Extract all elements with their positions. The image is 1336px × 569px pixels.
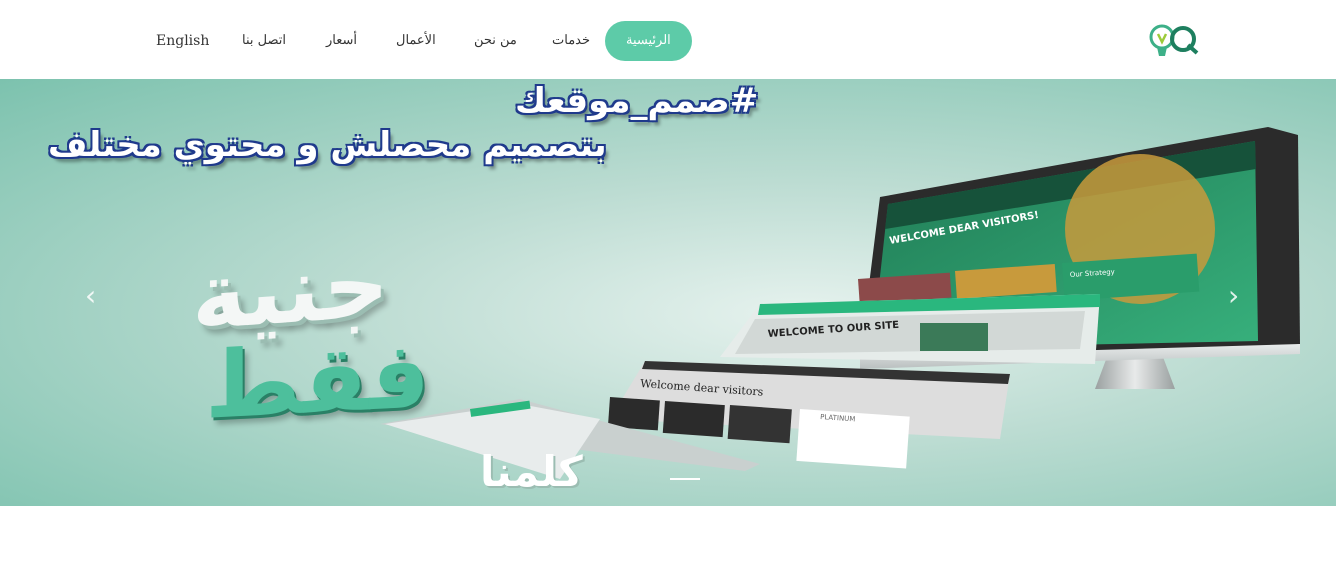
banner-headline-hashtag: #صمم_موقعك [515,81,759,121]
banner-headline-tagline: بتصميم محصلش و محتوي مختلف [48,125,607,165]
nav-link-about[interactable]: من نحن [474,21,517,61]
nav-link-services[interactable]: خدمات [552,21,590,61]
nav-link-contact[interactable]: اتصل بنا [242,21,286,61]
nav-link-portfolio[interactable]: الأعمال [396,21,436,61]
nav-link-pricing[interactable]: أسعار [326,21,357,61]
logo-lightbulb-icon[interactable] [1148,20,1200,62]
hero-banner: WELCOME DEAR VISITORS! Our Strategy WELC… [0,79,1336,506]
top-navbar: English اتصل بنا أسعار الأعمال من نحن خد… [0,0,1336,79]
nav-link-home[interactable]: الرئيسية [605,21,692,61]
banner-contact-us-text[interactable]: كلمنا [480,447,583,496]
carousel-prev-arrow-icon[interactable]: ‹ [85,279,96,312]
banner-only-word: فقط [205,321,430,440]
nav-link-english[interactable]: English [156,21,209,61]
carousel-next-arrow-icon[interactable]: › [1228,279,1239,312]
